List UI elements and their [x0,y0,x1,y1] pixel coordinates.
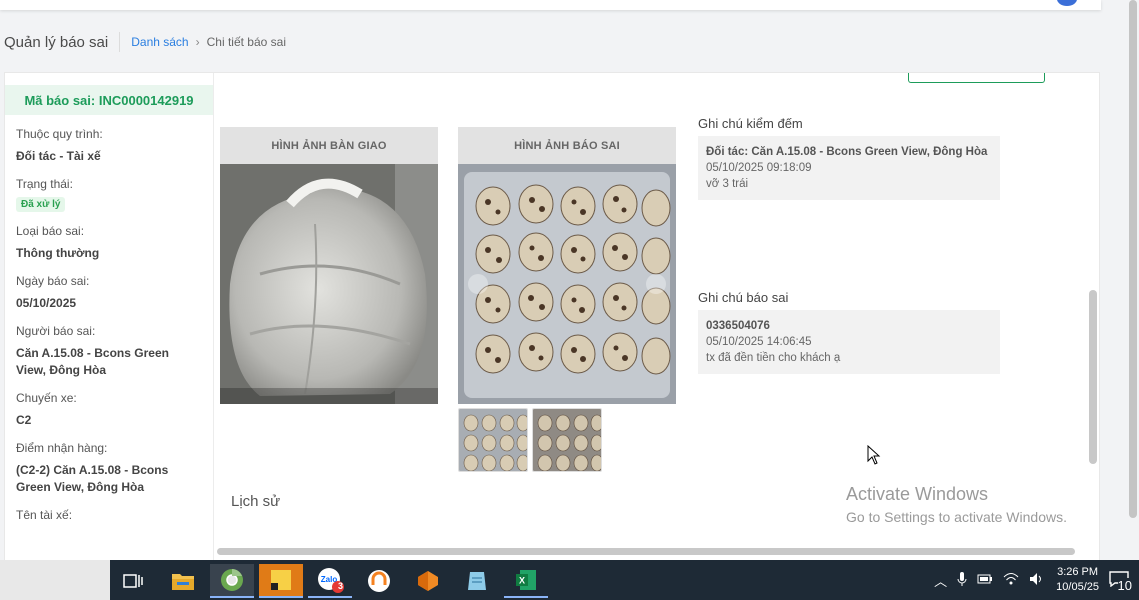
field-reporter: Người báo sai: Căn A.15.08 - Bcons Green… [5,324,213,379]
volume-icon[interactable] [1029,572,1045,589]
sublime-app-icon[interactable] [406,564,450,598]
excel-app-icon[interactable]: X [504,564,548,598]
vertical-scrollbar-inner[interactable] [1089,290,1097,464]
field-trip: Chuyến xe: C2 [5,391,213,429]
action-button[interactable] [908,73,1045,83]
top-app-bar [0,0,1101,10]
field-status: Trạng thái: Đã xử lý [5,177,213,212]
note-text: tx đã đền tiền cho khách ạ [706,352,841,364]
notification-count: 10 [1117,578,1132,593]
field-value: C2 [16,413,32,427]
chevron-up-icon[interactable]: ︿ [934,571,947,590]
field-driver: Tên tài xế: [5,508,213,523]
field-label: Chuyến xe: [16,391,77,405]
count-note-box: Đối tác: Căn A.15.08 - Bcons Green View,… [698,136,1000,200]
field-pickup: Điểm nhận hàng: (C2-2) Căn A.15.08 - Bco… [5,441,213,496]
field-label: Tên tài xế: [16,508,73,522]
divider [119,32,121,52]
history-title: Lịch sử [231,493,281,510]
note-text: vỡ 3 trái [706,178,749,190]
report-image-title: HÌNH ẢNH BÁO SAI [458,127,676,164]
field-type: Loại báo sai: Thông thường [5,224,213,262]
taskbar-clock[interactable]: 3:26 PM 10/05/25 [1056,565,1099,595]
field-value: Thông thường [16,246,100,260]
wifi-icon[interactable] [1003,572,1019,589]
horizontal-scrollbar[interactable] [217,548,1075,555]
handover-image-card: HÌNH ẢNH BÀN GIAO [220,127,438,404]
field-value: Đối tác - Tài xế [16,149,101,163]
handover-photo[interactable] [220,164,438,404]
breadcrumb-list-link[interactable]: Danh sách [131,35,188,49]
note-author: Đối tác: Căn A.15.08 - Bcons Green View,… [706,146,988,158]
windows-taskbar: Zalo 3 X ︿ 3:26 PM 10/05/25 10 [0,560,1139,600]
notepad-app-icon[interactable] [455,564,499,598]
user-avatar[interactable] [1057,0,1077,6]
notification-center-icon[interactable]: 10 [1109,571,1132,593]
battery-icon[interactable] [977,573,993,588]
sticky-notes-icon[interactable] [259,564,303,598]
report-photo[interactable] [458,164,676,404]
field-label: Ngày báo sai: [16,274,90,288]
task-view-icon[interactable] [111,564,155,598]
field-date: Ngày báo sai: 05/10/2025 [5,274,213,312]
incident-sidebar: Mã báo sai: INC0000142919 Thuộc quy trìn… [5,73,214,561]
status-badge: Đã xử lý [16,197,66,212]
thumbnail-2[interactable] [532,408,602,472]
field-value: 05/10/2025 [16,296,77,310]
ultraviewer-icon[interactable] [357,564,401,598]
field-label: Trạng thái: [16,177,73,191]
field-label: Thuộc quy trình: [16,127,103,141]
field-label: Điểm nhận hàng: [16,441,108,455]
zalo-unread-badge: 3 [338,581,344,591]
breadcrumb-current: Chi tiết báo sai [206,35,286,49]
field-label: Loại báo sai: [16,224,85,238]
clock-date: 10/05/25 [1056,581,1099,593]
zalo-app-icon[interactable]: Zalo 3 [308,564,352,598]
chevron-right-icon: › [195,35,200,49]
field-value: (C2-2) Căn A.15.08 - Bcons Green View, Đ… [16,463,169,494]
breadcrumb-bar: Quản lý báo sai Danh sách › Chi tiết báo… [0,28,286,56]
note-time: 05/10/2025 09:18:09 [706,162,812,174]
field-label: Người báo sai: [16,324,96,338]
count-note-title: Ghi chú kiểm đếm [698,116,803,131]
report-note-title: Ghi chú báo sai [698,290,789,305]
microphone-icon[interactable] [957,571,967,589]
taskbar-search-area[interactable] [0,560,110,600]
field-process: Thuộc quy trình: Đối tác - Tài xế [5,127,213,165]
report-image-card: HÌNH ẢNH BÁO SAI [458,127,676,404]
watermark-line-2: Go to Settings to activate Windows. [846,509,1067,525]
incident-code: Mã báo sai: INC0000142919 [5,85,213,115]
system-tray: ︿ 3:26 PM 10/05/25 10 [929,560,1139,600]
vertical-scrollbar-page[interactable] [1129,0,1137,518]
report-note-box: 0336504076 05/10/2025 14:06:45 tx đã đền… [698,310,1000,374]
activate-windows-watermark: Activate Windows Go to Settings to activ… [846,484,1067,525]
note-author: 0336504076 [706,320,770,332]
svg-text:X: X [519,576,525,586]
main-content[interactable]: HÌNH ẢNH BÀN GIAO HÌNH ẢNH BÁO SAI Ghi c… [215,73,1085,543]
thumbnail-strip [458,408,602,472]
thumbnail-1[interactable] [458,408,528,472]
module-title: Quản lý báo sai [4,33,109,51]
file-explorer-icon[interactable] [161,564,205,598]
mouse-cursor-icon [867,445,881,465]
note-time: 05/10/2025 14:06:45 [706,336,812,348]
handover-image-title: HÌNH ẢNH BÀN GIAO [220,127,438,164]
clock-time: 3:26 PM [1057,566,1099,578]
field-value: Căn A.15.08 - Bcons Green View, Đông Hòa [16,346,169,377]
watermark-line-1: Activate Windows [846,484,989,504]
chrome-browser-icon[interactable] [210,564,254,598]
clipped-heading [255,73,259,81]
